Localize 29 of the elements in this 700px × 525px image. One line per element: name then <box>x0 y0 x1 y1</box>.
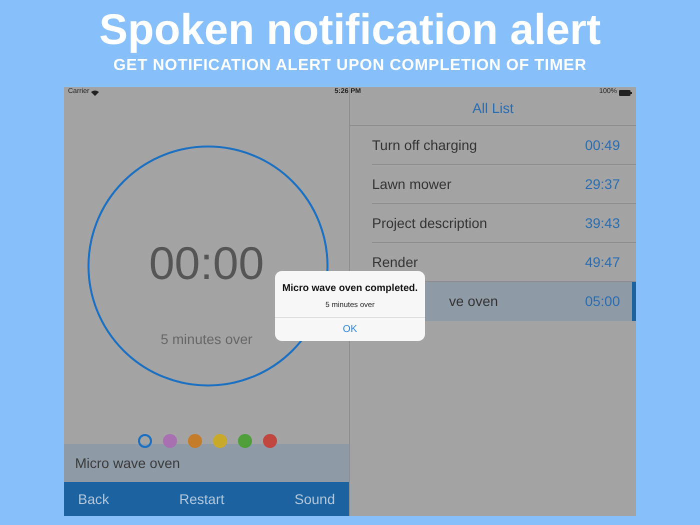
item-time: 00:49 <box>584 136 620 154</box>
color-swatch[interactable] <box>238 434 252 448</box>
subheadline: GET NOTIFICATION ALERT UPON COMPLETION OF TIMER <box>113 56 587 76</box>
item-time: 29:37 <box>584 174 620 194</box>
toolbar-button[interactable]: Back <box>78 488 110 510</box>
color-swatch[interactable] <box>163 434 177 448</box>
item-name: Turn off charging <box>372 136 478 155</box>
color-swatch[interactable] <box>263 434 277 448</box>
color-swatch[interactable] <box>213 434 227 448</box>
timer-caption: 5 minutes over <box>160 330 252 349</box>
list-title: All List <box>472 99 514 118</box>
timer-display: 00:00 <box>148 238 264 288</box>
toolbar-button[interactable]: Restart <box>179 488 224 510</box>
item-name: Render <box>372 252 419 272</box>
list-row[interactable]: Project description 39:43 <box>372 204 636 243</box>
item-time: 49:47 <box>584 252 620 272</box>
wifi-icon <box>91 90 100 96</box>
name-field[interactable]: Micro wave oven <box>64 444 349 482</box>
color-swatch[interactable] <box>188 434 202 448</box>
list-row[interactable]: Lawn mower 29:37 <box>372 165 636 204</box>
item-time: 05:00 <box>584 292 620 311</box>
item-name: Project description <box>372 214 488 233</box>
ok-button[interactable]: OK <box>275 317 425 341</box>
headline: Spoken notification alert <box>99 6 601 54</box>
battery-icon <box>619 90 632 96</box>
toolbar-button[interactable]: Sound <box>294 488 335 510</box>
item-name: Lawn mower <box>372 174 452 194</box>
list-row[interactable]: Turn off charging 00:49 <box>372 126 636 165</box>
item-time: 39:43 <box>584 214 620 232</box>
